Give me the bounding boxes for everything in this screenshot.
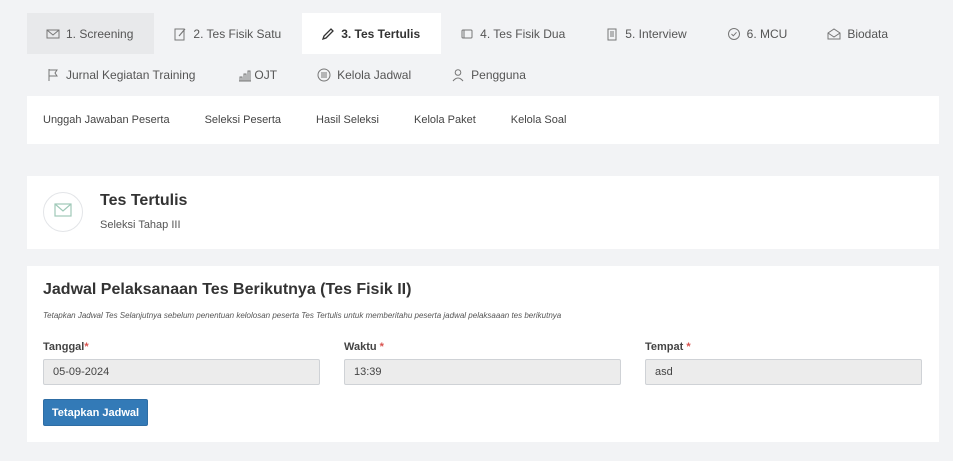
tempat-field-group: Tempat * asd — [645, 341, 922, 385]
subnav-seleksi-peserta[interactable]: Seleksi Peserta — [205, 114, 281, 126]
tab-ojt[interactable]: OJT — [216, 54, 298, 95]
check-circle-icon — [727, 27, 741, 41]
required-mark: * — [376, 341, 384, 353]
main-nav-row-1: 1. Screening 2. Tes Fisik Satu 3. Tes Te… — [27, 13, 909, 54]
tanggal-field-group: Tanggal* 05-09-2024 — [43, 341, 320, 385]
tab-biodata[interactable]: Biodata — [808, 13, 909, 54]
edit-icon — [173, 27, 187, 41]
subnav-hasil-seleksi[interactable]: Hasil Seleksi — [316, 114, 379, 126]
tab-kelola-jadwal[interactable]: Kelola Jadwal — [298, 54, 432, 95]
envelope-icon — [54, 202, 72, 222]
envelope-open-icon — [827, 27, 841, 41]
tab-label: 6. MCU — [746, 26, 788, 41]
clipboard-icon — [605, 27, 619, 41]
user-icon — [451, 68, 465, 82]
bar-chart-icon — [238, 68, 252, 82]
tab-label: 3. Tes Tertulis — [341, 26, 421, 41]
tablet-icon — [460, 27, 474, 41]
tab-mcu[interactable]: 6. MCU — [708, 13, 809, 54]
waktu-label: Waktu * — [344, 341, 384, 353]
page-title: Tes Tertulis — [100, 192, 188, 209]
tab-jurnal-kegiatan-training[interactable]: Jurnal Kegiatan Training — [27, 54, 216, 95]
tab-label: OJT — [254, 67, 278, 82]
tab-label: Biodata — [847, 26, 889, 41]
page-subtitle: Seleksi Tahap III — [100, 219, 181, 231]
flag-icon — [46, 68, 60, 82]
tanggal-input[interactable]: 05-09-2024 — [43, 359, 320, 385]
tab-label: Pengguna — [471, 67, 526, 82]
tab-label: 5. Interview — [625, 26, 687, 41]
tab-tes-fisik-satu[interactable]: 2. Tes Fisik Satu — [154, 13, 302, 54]
tab-tes-fisik-dua[interactable]: 4. Tes Fisik Dua — [441, 13, 586, 54]
tab-screening[interactable]: 1. Screening — [27, 13, 155, 54]
tempat-label: Tempat * — [645, 341, 691, 353]
required-mark: * — [683, 341, 691, 353]
tab-label: 1. Screening — [66, 26, 134, 41]
tab-label: Jurnal Kegiatan Training — [66, 67, 196, 82]
list-circle-icon — [317, 68, 331, 82]
schedule-title: Jadwal Pelaksanaan Tes Berikutnya (Tes F… — [43, 281, 412, 298]
tab-tes-tertulis[interactable]: 3. Tes Tertulis — [302, 13, 442, 54]
subnav-unggah-jawaban[interactable]: Unggah Jawaban Peserta — [43, 114, 170, 126]
header-avatar — [43, 192, 83, 232]
sub-nav: Unggah Jawaban Peserta Seleksi Peserta H… — [27, 96, 939, 144]
main-nav-row-2: Jurnal Kegiatan Training OJT Kelola Jadw… — [27, 54, 547, 95]
subnav-kelola-paket[interactable]: Kelola Paket — [414, 114, 476, 126]
waktu-input[interactable]: 13:39 — [344, 359, 621, 385]
required-mark: * — [84, 341, 89, 353]
tab-label: Kelola Jadwal — [337, 67, 412, 82]
envelope-icon — [46, 27, 60, 41]
waktu-field-group: Waktu * 13:39 — [344, 341, 621, 385]
tab-label: 4. Tes Fisik Dua — [480, 26, 566, 41]
schedule-card: Jadwal Pelaksanaan Tes Berikutnya (Tes F… — [27, 266, 939, 442]
schedule-note: Tetapkan Jadwal Tes Selanjutnya sebelum … — [43, 311, 562, 320]
subnav-kelola-soal[interactable]: Kelola Soal — [511, 114, 567, 126]
tetapkan-jadwal-button[interactable]: Tetapkan Jadwal — [43, 399, 148, 426]
tanggal-label: Tanggal* — [43, 341, 89, 353]
tempat-input[interactable]: asd — [645, 359, 922, 385]
tab-pengguna[interactable]: Pengguna — [432, 54, 547, 95]
page-header-card: Tes Tertulis Seleksi Tahap III — [27, 176, 939, 249]
tab-label: 2. Tes Fisik Satu — [193, 26, 282, 41]
tab-interview[interactable]: 5. Interview — [586, 13, 707, 54]
pencil-icon — [321, 27, 335, 41]
